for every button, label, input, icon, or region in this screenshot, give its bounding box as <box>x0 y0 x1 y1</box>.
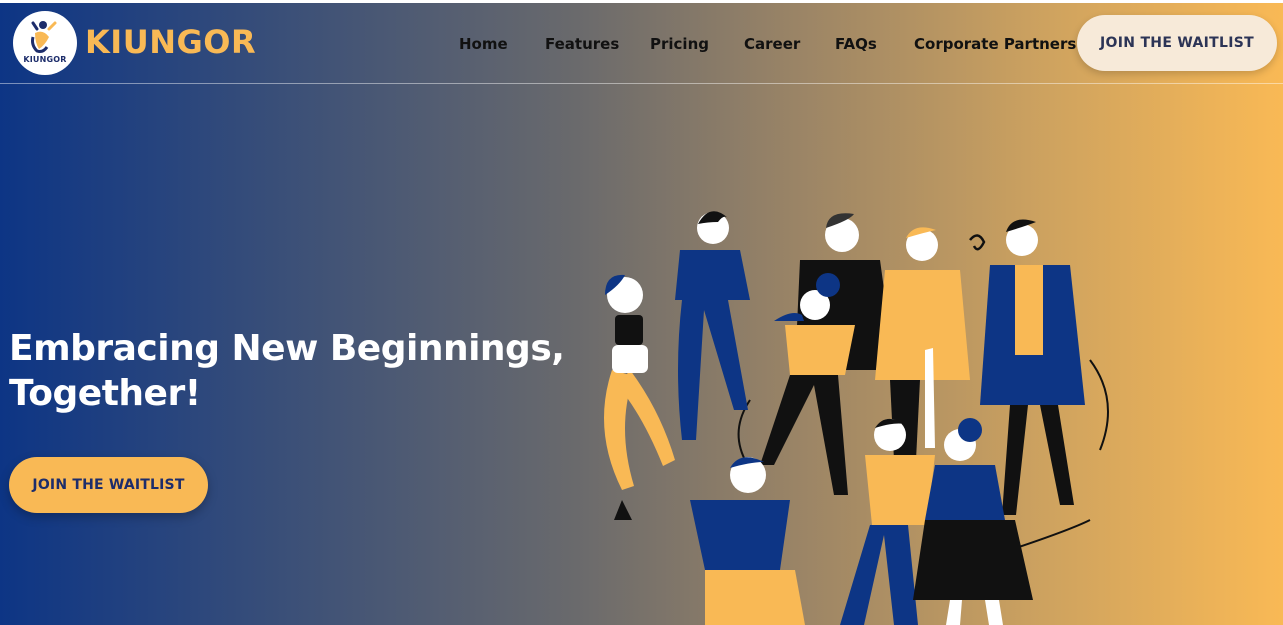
nav-home[interactable]: Home <box>459 35 508 53</box>
motion-line <box>1009 519 1091 551</box>
nav-faqs[interactable]: FAQs <box>835 35 877 53</box>
hero-join-waitlist-button[interactable]: JOIN THE WAITLIST <box>9 457 208 513</box>
group-of-people-illustration <box>604 211 1109 625</box>
person-woman-top <box>675 211 750 440</box>
motion-line <box>1089 359 1109 451</box>
logo-text: KIUNGOR <box>23 55 67 64</box>
heart-doodle-icon <box>969 234 986 251</box>
brand-logo[interactable]: KIUNGOR <box>13 11 77 75</box>
brand-name[interactable]: KIUNGOR <box>85 23 256 61</box>
hero-title-line-2: Together! <box>9 373 201 414</box>
nav-pricing[interactable]: Pricing <box>650 35 709 53</box>
person-woman-left <box>604 274 675 520</box>
hero-title-line-1: Embracing New Beginnings, <box>9 328 565 369</box>
nav-corporate-partners[interactable]: Corporate Partners <box>914 35 1076 53</box>
site-header: KIUNGOR KIUNGOR Home Features Pricing Ca… <box>0 3 1283 84</box>
hero-title: Embracing New Beginnings, Together! <box>9 326 565 416</box>
logo-figure-icon <box>31 21 57 53</box>
header-join-waitlist-button[interactable]: JOIN THE WAITLIST <box>1077 15 1277 71</box>
nav-features[interactable]: Features <box>545 35 619 53</box>
nav-career[interactable]: Career <box>744 35 800 53</box>
person-man-bottom-left <box>690 457 805 625</box>
